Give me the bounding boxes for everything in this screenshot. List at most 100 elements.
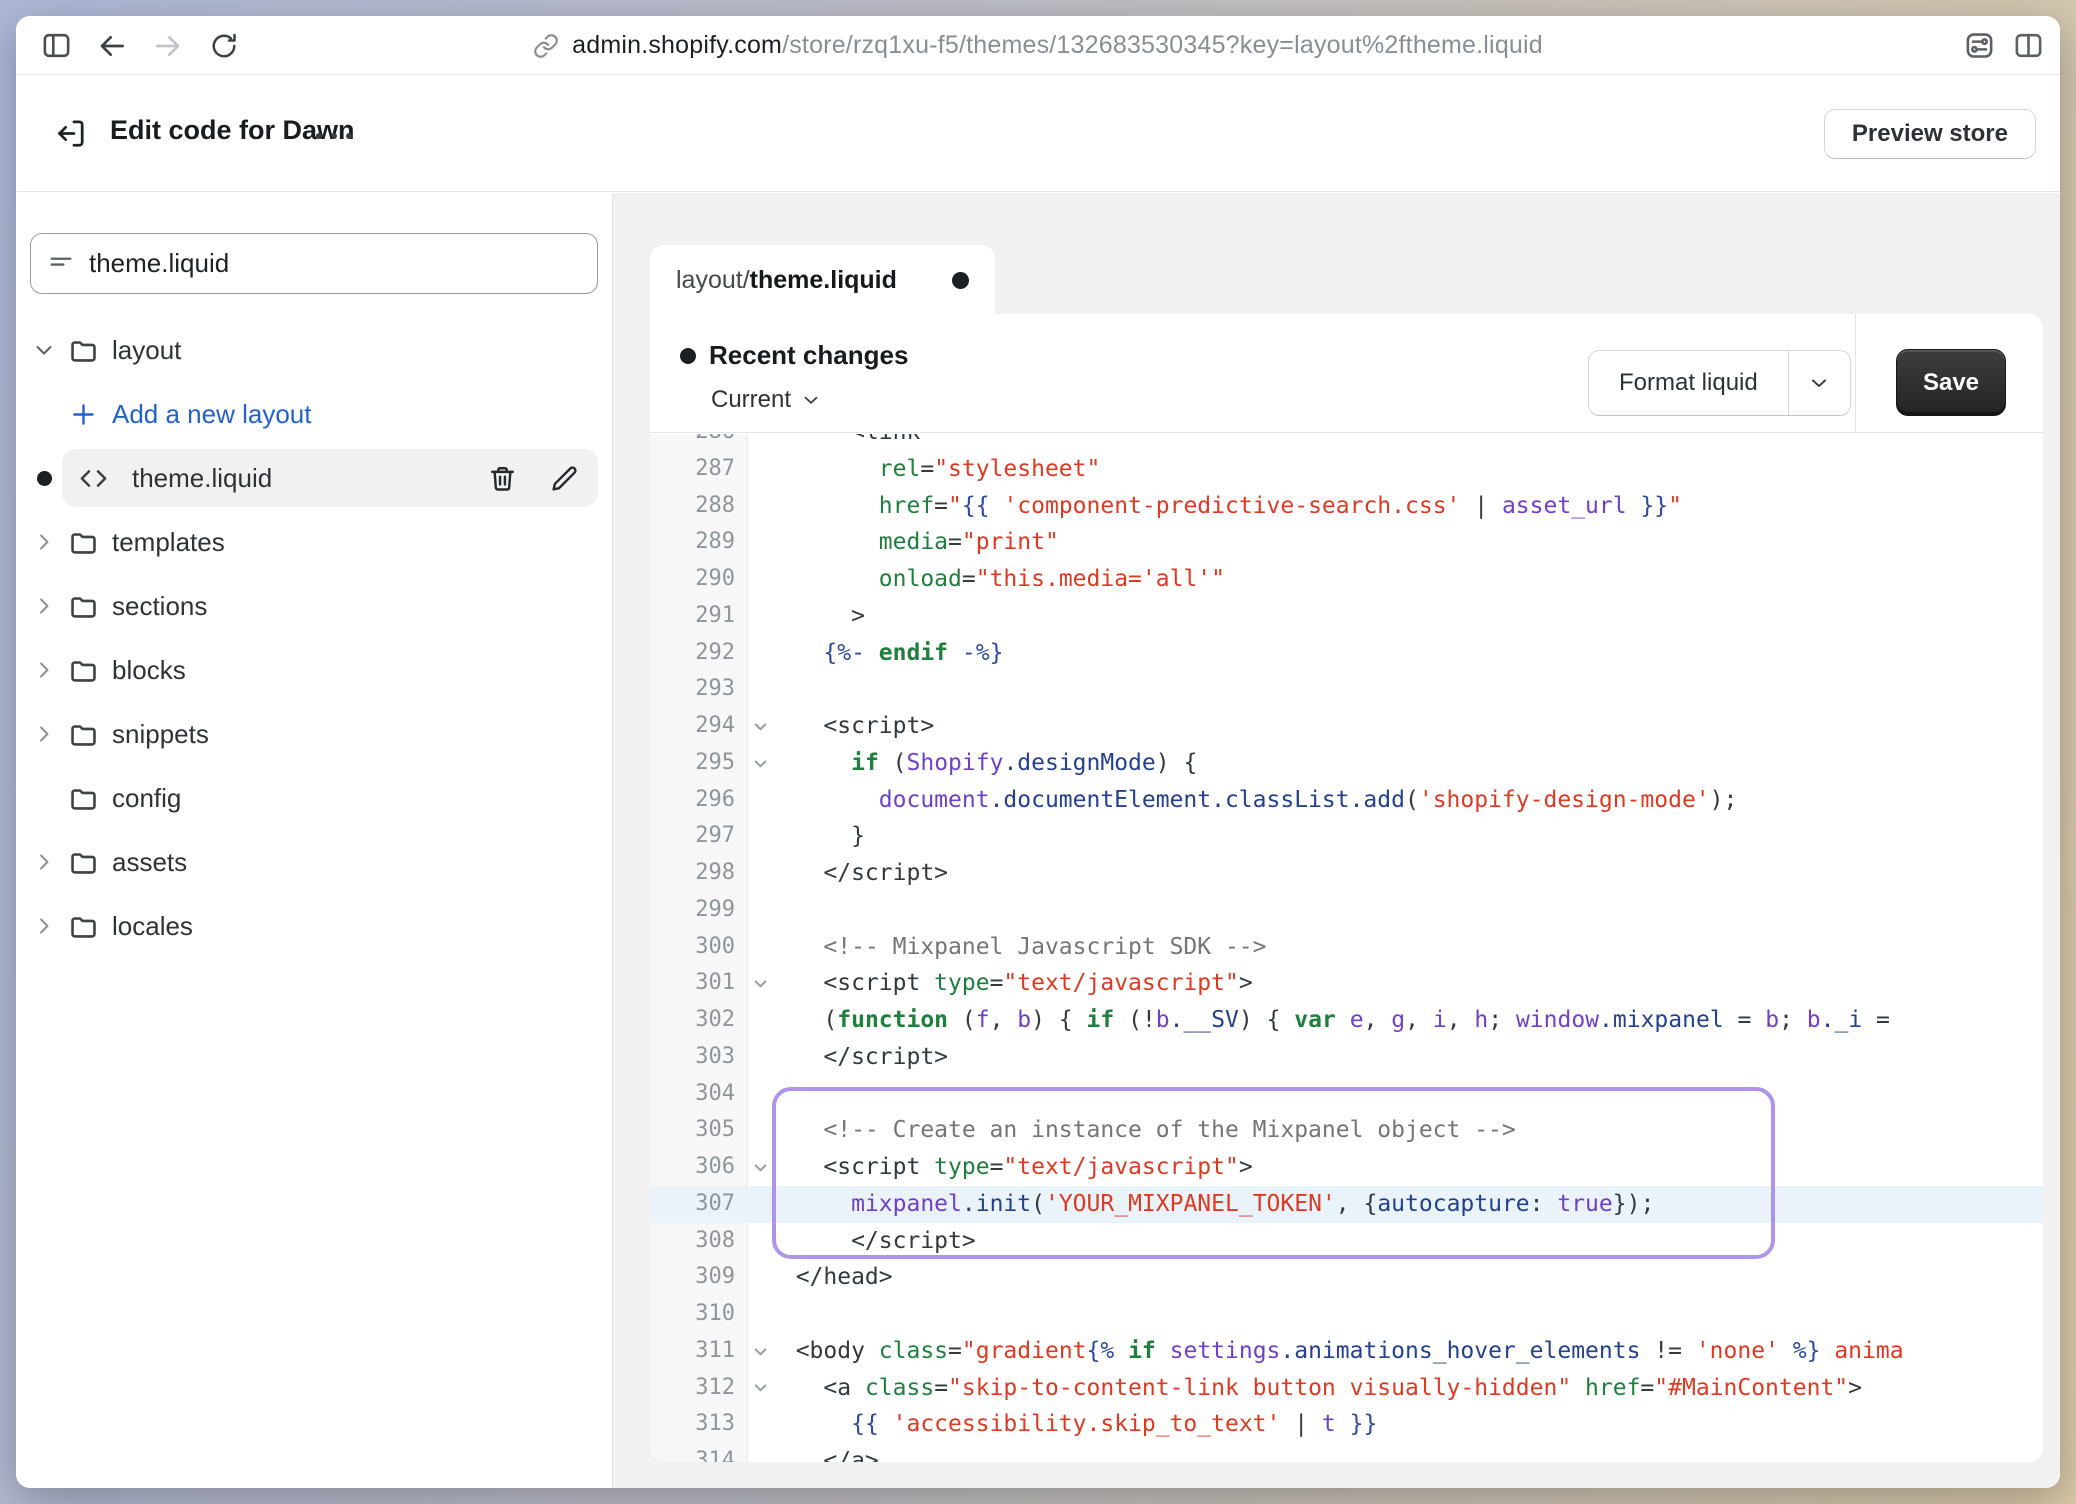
code-line-288[interactable]: 288 href="{{ 'component-predictive-searc… — [650, 488, 2043, 525]
code-line-309[interactable]: 309 </head> — [650, 1259, 2043, 1296]
preview-store-button[interactable]: Preview store — [1824, 109, 2036, 159]
tab-file-label: theme.liquid — [750, 266, 897, 294]
code-line-300[interactable]: 300 <!-- Mixpanel Javascript SDK --> — [650, 929, 2043, 966]
version-dropdown[interactable]: Current — [711, 386, 822, 414]
selected-file-row[interactable]: theme.liquid — [62, 449, 598, 507]
sidebar-item-locales[interactable]: locales — [16, 894, 612, 958]
line-number: 303 — [650, 1039, 735, 1076]
code-text: <a class="skip-to-content-link button vi… — [768, 1370, 2043, 1407]
code-line-302[interactable]: 302 (function (f, b) { if (!b.__SV) { va… — [650, 1002, 2043, 1039]
line-number: 309 — [650, 1259, 735, 1296]
delete-file-icon[interactable] — [486, 462, 518, 494]
file-label: theme.liquid — [132, 463, 272, 494]
code-line-296[interactable]: 296 document.documentElement.classList.a… — [650, 782, 2043, 819]
code-text: mixpanel.init('YOUR_MIXPANEL_TOKEN', {au… — [768, 1186, 2043, 1223]
code-line-310[interactable]: 310 — [650, 1296, 2043, 1333]
version-label: Current — [711, 386, 791, 414]
search-input[interactable] — [89, 248, 581, 279]
code-line-303[interactable]: 303 </script> — [650, 1039, 2043, 1076]
file-tree: layoutAdd a new layout theme.liquid templa… — [16, 318, 612, 958]
code-line-295[interactable]: 295 if (Shopify.designMode) { — [650, 745, 2043, 782]
line-number: 304 — [650, 1076, 735, 1113]
code-editor[interactable]: 286 <link287 rel="stylesheet"288 href="{… — [650, 434, 2043, 1462]
code-text: {%- endif -%} — [768, 635, 2043, 672]
format-liquid-button[interactable]: Format liquid — [1589, 351, 1788, 415]
code-line-286[interactable]: 286 <link — [650, 434, 2043, 451]
code-line-291[interactable]: 291 > — [650, 598, 2043, 635]
sidebar-item-snippets[interactable]: snippets — [16, 702, 612, 766]
code-line-289[interactable]: 289 media="print" — [650, 524, 2043, 561]
line-number: 291 — [650, 598, 735, 635]
browser-extensions-icon[interactable] — [1964, 30, 1995, 61]
plus-icon — [62, 400, 104, 429]
rename-file-icon[interactable] — [548, 462, 580, 494]
format-options-chevron-icon[interactable] — [1788, 351, 1850, 415]
more-actions-icon[interactable] — [316, 133, 352, 139]
sidebar-item-assets[interactable]: assets — [16, 830, 612, 894]
sidebar-item-sections[interactable]: sections — [16, 574, 612, 638]
save-button[interactable]: Save — [1896, 349, 2006, 416]
file-search-box[interactable] — [30, 233, 598, 294]
item-label: locales — [112, 911, 193, 942]
code-line-305[interactable]: 305 <!-- Create an instance of the Mixpa… — [650, 1112, 2043, 1149]
code-text: {{ 'accessibility.skip_to_text' | t }} — [768, 1406, 2043, 1443]
sidebar-item-theme-liquid[interactable]: theme.liquid — [16, 446, 612, 510]
line-number: 312 — [650, 1370, 735, 1407]
chevron-right-icon[interactable] — [26, 722, 62, 746]
code-line-301[interactable]: 301 <script type="text/javascript"> — [650, 965, 2043, 1002]
code-line-312[interactable]: 312 <a class="skip-to-content-link butto… — [650, 1370, 2043, 1407]
code-line-292[interactable]: 292 {%- endif -%} — [650, 635, 2043, 672]
chevron-right-icon[interactable] — [26, 914, 62, 938]
chevron-right-icon[interactable] — [26, 530, 62, 554]
code-line-299[interactable]: 299 — [650, 892, 2043, 929]
chevron-right-icon[interactable] — [26, 594, 62, 618]
code-line-307[interactable]: 307 mixpanel.init('YOUR_MIXPANEL_TOKEN',… — [650, 1186, 2043, 1223]
code-line-311[interactable]: 311 <body class="gradient{% if settings.… — [650, 1333, 2043, 1370]
code-text: rel="stylesheet" — [768, 451, 2043, 488]
code-line-297[interactable]: 297 } — [650, 818, 2043, 855]
line-number: 293 — [650, 671, 735, 708]
code-text: <!-- Create an instance of the Mixpanel … — [768, 1112, 2043, 1149]
code-text: </script> — [768, 855, 2043, 892]
line-number: 292 — [650, 635, 735, 672]
split-view-icon[interactable] — [2013, 30, 2044, 61]
line-number: 311 — [650, 1333, 735, 1370]
item-label: blocks — [112, 655, 186, 686]
code-line-313[interactable]: 313 {{ 'accessibility.skip_to_text' | t … — [650, 1406, 2043, 1443]
sidebar-item-templates[interactable]: templates — [16, 510, 612, 574]
code-text: </script> — [768, 1223, 2043, 1260]
sidebar-item-layout[interactable]: layout — [16, 318, 612, 382]
folder-icon — [62, 655, 104, 686]
chevron-down-icon[interactable] — [26, 338, 62, 362]
code-line-298[interactable]: 298 </script> — [650, 855, 2043, 892]
chevron-right-icon[interactable] — [26, 658, 62, 682]
url-path: /store/rzq1xu-f5/themes/132683530345?key… — [782, 31, 1543, 59]
sidebar-item-add-a-new-layout[interactable]: Add a new layout — [16, 382, 612, 446]
code-text: </a> — [768, 1443, 2043, 1462]
browser-window: admin.shopify.com/store/rzq1xu-f5/themes… — [16, 16, 2060, 1488]
folder-icon — [62, 911, 104, 942]
code-text: </head> — [768, 1259, 2043, 1296]
code-text: <!-- Mixpanel Javascript SDK --> — [768, 929, 2043, 966]
code-line-306[interactable]: 306 <script type="text/javascript"> — [650, 1149, 2043, 1186]
page-title: Edit code for Dawn — [110, 115, 355, 146]
code-line-290[interactable]: 290 onload="this.media='all'" — [650, 561, 2043, 598]
code-line-308[interactable]: 308 </script> — [650, 1223, 2043, 1260]
line-number: 299 — [650, 892, 735, 929]
sidebar-item-blocks[interactable]: blocks — [16, 638, 612, 702]
code-line-314[interactable]: 314 </a> — [650, 1443, 2043, 1462]
code-text: (function (f, b) { if (!b.__SV) { var e,… — [768, 1002, 2043, 1039]
sidebar-item-config[interactable]: config — [16, 766, 612, 830]
address-bar[interactable]: admin.shopify.com/store/rzq1xu-f5/themes… — [16, 16, 2060, 75]
code-line-293[interactable]: 293 — [650, 671, 2043, 708]
item-label: assets — [112, 847, 187, 878]
chevron-right-icon[interactable] — [26, 850, 62, 874]
code-line-304[interactable]: 304 — [650, 1076, 2043, 1113]
exit-editor-icon[interactable] — [54, 117, 87, 150]
line-number: 305 — [650, 1112, 735, 1149]
tab-theme-liquid[interactable]: layout/theme.liquid — [650, 245, 995, 315]
code-line-294[interactable]: 294 <script> — [650, 708, 2043, 745]
line-number: 306 — [650, 1149, 735, 1186]
code-line-287[interactable]: 287 rel="stylesheet" — [650, 451, 2043, 488]
modified-dot — [26, 471, 62, 486]
